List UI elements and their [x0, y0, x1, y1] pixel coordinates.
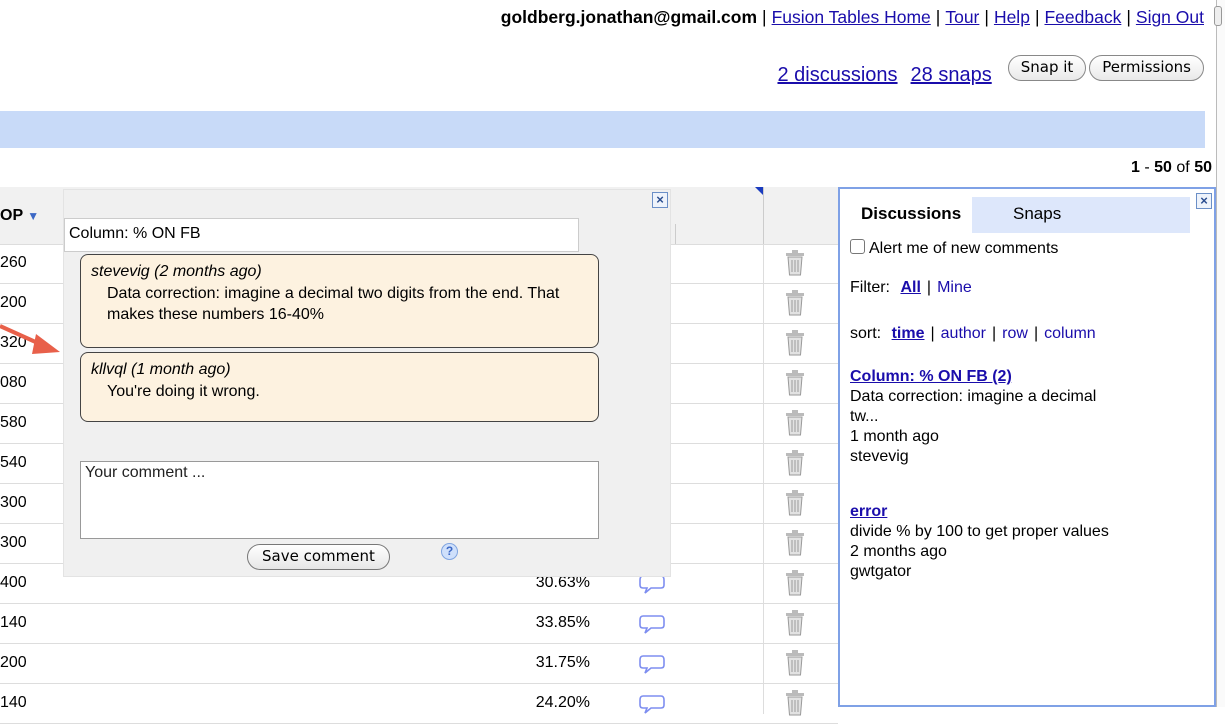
discussions-panel: × Discussions Snaps Alert me of new comm… — [838, 187, 1216, 707]
cell-value: 300 — [0, 534, 27, 551]
feedback-link[interactable]: Feedback — [1044, 7, 1121, 27]
table-toolbar: 2 discussions 28 snaps Snap it Permissio… — [777, 55, 1204, 86]
cell-percent: 33.85% — [535, 614, 590, 631]
help-link[interactable]: Help — [994, 7, 1030, 27]
save-comment-button[interactable]: Save comment — [247, 544, 390, 570]
trash-icon[interactable] — [784, 569, 806, 602]
range-end: 50 — [1154, 159, 1172, 176]
discussion-author: gwtgator — [850, 563, 912, 580]
discussion-snippet-cont: tw... — [850, 408, 879, 425]
range-start: 1 — [1131, 159, 1140, 176]
alert-checkbox[interactable] — [850, 239, 865, 254]
cell-value: 580 — [0, 414, 27, 431]
comment-popup: × Column: % ON FB stevevig (2 months ago… — [63, 189, 671, 577]
comment-bubble-icon[interactable] — [638, 573, 666, 600]
sign-out-link[interactable]: Sign Out — [1136, 7, 1204, 27]
cell-percent: 31.75% — [535, 654, 590, 671]
tab-discussions[interactable]: Discussions — [850, 197, 973, 233]
table-row: 200 31.75% — [0, 644, 838, 684]
snaps-link[interactable]: 28 snaps — [911, 64, 992, 87]
trash-icon[interactable] — [784, 409, 806, 442]
arrow-annotation-icon — [0, 324, 60, 354]
comment-card: kllvql (1 month ago) You're doing it wro… — [80, 352, 599, 422]
sort-row-link[interactable]: row — [1002, 325, 1028, 342]
sort-time-link[interactable]: time — [892, 325, 925, 342]
sort-author-link[interactable]: author — [941, 325, 986, 342]
cell-value: 140 — [0, 694, 27, 711]
column-header[interactable]: OP ▼ — [0, 207, 39, 225]
close-icon[interactable]: × — [1196, 193, 1212, 209]
comment-author: kllvql (1 month ago) — [91, 361, 231, 378]
discussion-entry: Column: % ON FB (2) Data correction: ima… — [850, 367, 1200, 467]
trash-icon[interactable] — [784, 369, 806, 402]
cell-value: 140 — [0, 614, 27, 631]
comment-column-title: Column: % ON FB — [64, 218, 579, 252]
discussion-title-link[interactable]: Column: % ON FB (2) — [850, 367, 1200, 387]
trash-icon[interactable] — [784, 649, 806, 682]
discussions-link[interactable]: 2 discussions — [777, 64, 897, 87]
help-icon[interactable]: ? — [441, 543, 458, 560]
comment-text: Data correction: imagine a decimal two d… — [107, 285, 560, 323]
comment-card: stevevig (2 months ago) Data correction:… — [80, 254, 599, 348]
pagination-range: 1 - 50 of 50 — [1131, 159, 1212, 176]
comment-bubble-icon[interactable] — [638, 653, 666, 680]
cell-percent: 24.20% — [535, 694, 590, 711]
window-scrollbar[interactable] — [1214, 0, 1225, 707]
account-bar: goldberg.jonathan@gmail.com | Fusion Table… — [500, 7, 1204, 27]
discussion-entry: error divide % by 100 to get proper valu… — [850, 502, 1200, 582]
discussion-title-link[interactable]: error — [850, 502, 1200, 522]
alert-option[interactable]: Alert me of new comments — [850, 239, 1058, 258]
cell-value: 200 — [0, 654, 27, 671]
discussion-time: 1 month ago — [850, 428, 939, 445]
table-row: 140 24.20% — [0, 684, 838, 724]
comment-input[interactable]: Your comment ... — [80, 461, 599, 539]
trash-icon[interactable] — [784, 609, 806, 642]
filter-label: Filter: — [850, 279, 890, 296]
tour-link[interactable]: Tour — [945, 7, 979, 27]
cell-value: 300 — [0, 494, 27, 511]
filter-all-link[interactable]: All — [900, 279, 920, 296]
cell-value: 260 — [0, 254, 27, 271]
sort-column-link[interactable]: column — [1044, 325, 1096, 342]
trash-icon[interactable] — [784, 289, 806, 322]
tab-snaps[interactable]: Snaps — [1013, 204, 1061, 224]
permissions-button[interactable]: Permissions — [1089, 55, 1204, 81]
discussion-time: 2 months ago — [850, 543, 947, 560]
trash-icon[interactable] — [784, 449, 806, 482]
menu-bar — [0, 111, 1205, 148]
discussion-snippet: Data correction: imagine a decimal — [850, 388, 1097, 405]
user-email: goldberg.jonathan@gmail.com — [500, 7, 758, 27]
snap-it-button[interactable]: Snap it — [1007, 55, 1087, 81]
close-icon[interactable]: × — [652, 192, 668, 208]
filter-mine-link[interactable]: Mine — [937, 279, 972, 296]
comment-author: stevevig (2 months ago) — [91, 263, 262, 280]
sort-row: sort: time | author | row | column — [850, 325, 1096, 342]
cell-value: 200 — [0, 294, 27, 311]
fusion-tables-home-link[interactable]: Fusion Tables Home — [772, 7, 931, 27]
comment-text: You're doing it wrong. — [107, 383, 260, 400]
cell-value: 080 — [0, 374, 27, 391]
trash-icon[interactable] — [784, 249, 806, 282]
panel-tabs: Discussions Snaps — [850, 197, 1190, 233]
trash-icon[interactable] — [784, 529, 806, 562]
discussion-snippet: divide % by 100 to get proper values — [850, 523, 1109, 540]
comment-bubble-icon[interactable] — [638, 613, 666, 640]
sort-dropdown-icon[interactable]: ▼ — [27, 209, 39, 223]
cell-value: 540 — [0, 454, 27, 471]
sort-label: sort: — [850, 325, 882, 342]
table-row: 140 33.85% — [0, 604, 838, 644]
discussion-author: stevevig — [850, 448, 909, 465]
trash-icon[interactable] — [784, 689, 806, 722]
range-total: 50 — [1194, 159, 1212, 176]
trash-icon[interactable] — [784, 329, 806, 362]
range-of: of — [1176, 159, 1190, 176]
filter-row: Filter: All | Mine — [850, 279, 972, 296]
alert-label: Alert me of new comments — [869, 240, 1059, 257]
trash-icon[interactable] — [784, 489, 806, 522]
cell-value: 400 — [0, 574, 27, 591]
